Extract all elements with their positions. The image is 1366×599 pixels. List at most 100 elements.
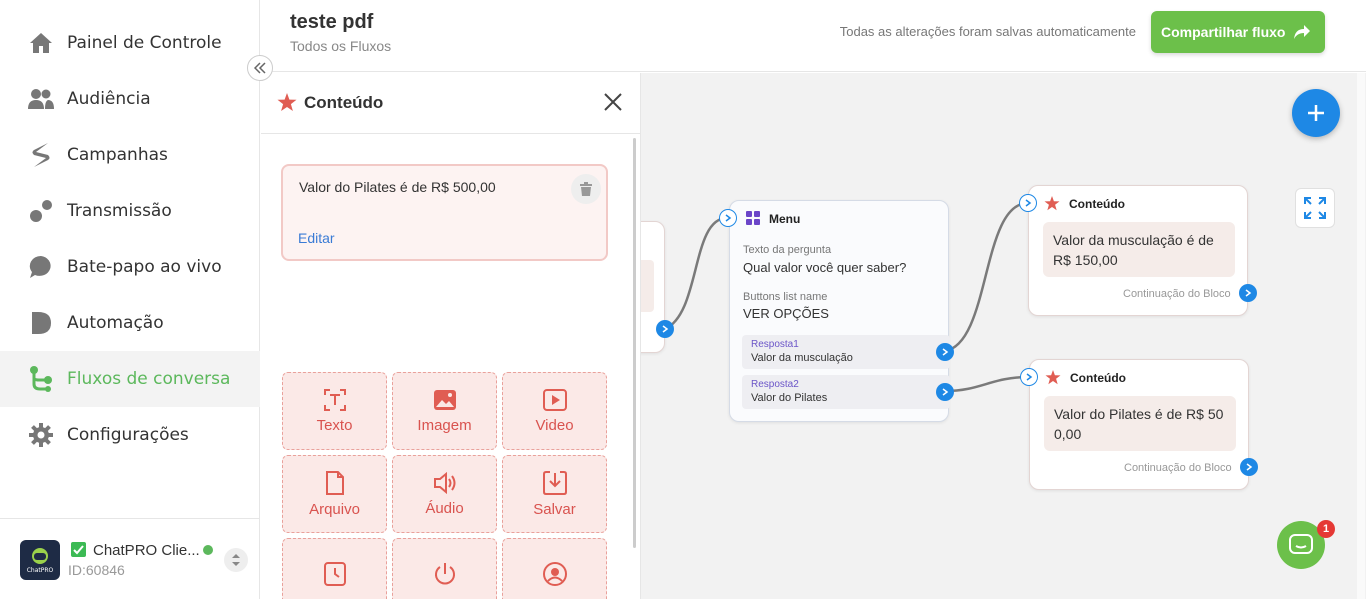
question-label: Texto da pergunta xyxy=(743,244,832,256)
breadcrumb[interactable]: Todos os Fluxos xyxy=(290,38,391,54)
flow-canvas[interactable]: co Menu Texto da pergunta Qual valor voc… xyxy=(641,73,1366,599)
svg-text:ChatPRO: ChatPRO xyxy=(27,567,54,574)
input-port[interactable] xyxy=(1019,194,1037,212)
share-flow-label: Compartilhar fluxo xyxy=(1161,24,1286,40)
tile-salvar[interactable]: Salvar xyxy=(502,455,607,533)
buttons-label: Buttons list name xyxy=(743,291,828,303)
message-text: Valor do Pilates é de R$ 50 0,00 xyxy=(1044,396,1236,451)
close-icon[interactable] xyxy=(603,92,623,112)
sidebar-item-painel[interactable]: Painel de Controle xyxy=(0,15,260,71)
video-icon xyxy=(542,388,567,411)
contact-icon xyxy=(542,562,567,586)
gear-icon xyxy=(28,422,54,448)
plus-icon xyxy=(1308,105,1324,121)
tile-arquivo[interactable]: Arquivo xyxy=(282,455,387,533)
expand-icon xyxy=(1304,197,1326,219)
sidebar: Painel de Controle Audiência Campanhas T… xyxy=(0,0,260,599)
fullscreen-button[interactable] xyxy=(1295,188,1335,228)
sidebar-item-fluxos[interactable]: Fluxos de conversa xyxy=(0,351,260,407)
content-node[interactable]: Conteúdo Valor da musculação é de R$ 150… xyxy=(1028,185,1248,316)
sidebar-item-transmissao[interactable]: Transmissão xyxy=(0,183,260,239)
sidebar-item-automacao[interactable]: Automação xyxy=(0,295,260,351)
sidebar-item-audiencia[interactable]: Audiência xyxy=(0,71,260,127)
switch-account-icon[interactable] xyxy=(224,548,248,572)
account-switcher[interactable]: ChatPRO ChatPRO Clie... ID:60846 xyxy=(0,518,260,599)
question-text: Qual valor você quer saber? xyxy=(743,260,907,275)
sidebar-item-label: Bate-papo ao vivo xyxy=(67,257,222,277)
message-text: Valor da musculação é de R$ 150,00 xyxy=(1043,222,1235,277)
output-port[interactable] xyxy=(1239,284,1257,302)
node-title: Menu xyxy=(769,212,801,226)
output-port[interactable] xyxy=(936,383,954,401)
output-port[interactable] xyxy=(1240,458,1258,476)
buttons-value: VER OPÇÕES xyxy=(743,306,829,321)
tile-power[interactable] xyxy=(392,538,497,599)
star-icon xyxy=(277,93,297,111)
clock-icon xyxy=(323,562,346,586)
save-status: Todas as alterações foram salvas automat… xyxy=(839,24,1136,39)
node-title: Conteúdo xyxy=(1069,197,1125,211)
avatar: ChatPRO xyxy=(20,540,60,580)
tile-video[interactable]: Video xyxy=(502,372,607,450)
panel-header: Conteúdo xyxy=(261,73,641,134)
sidebar-item-label: Campanhas xyxy=(67,145,168,165)
sidebar-item-label: Painel de Controle xyxy=(67,33,222,53)
response-option[interactable]: Resposta2 Valor do Pilates xyxy=(742,375,950,409)
content-panel: Conteúdo Valor do Pilates é de R$ 500,00… xyxy=(261,73,641,599)
flow-icon xyxy=(28,366,54,392)
online-status-dot xyxy=(203,545,213,555)
input-port[interactable] xyxy=(719,209,737,227)
sidebar-item-campanhas[interactable]: Campanhas xyxy=(0,127,260,183)
canvas-scrollbar[interactable] xyxy=(1357,73,1365,599)
continuation-label: Continuação do Bloco xyxy=(1124,462,1232,474)
sidebar-item-label: Transmissão xyxy=(67,201,172,221)
share-flow-button[interactable]: Compartilhar fluxo xyxy=(1151,11,1325,53)
image-icon xyxy=(433,389,456,410)
tile-audio[interactable]: Áudio xyxy=(392,455,497,533)
node-title: Conteúdo xyxy=(1070,371,1126,385)
share-arrow-icon xyxy=(1294,25,1310,39)
power-icon xyxy=(434,563,455,585)
trash-icon[interactable] xyxy=(571,174,601,204)
tile-imagem[interactable]: Imagem xyxy=(392,372,497,450)
content-card[interactable]: Valor do Pilates é de R$ 500,00 Editar xyxy=(281,164,608,261)
chat-bubble-icon xyxy=(28,254,54,280)
star-icon xyxy=(1044,196,1060,211)
file-icon xyxy=(325,470,344,495)
sidebar-item-configuracoes[interactable]: Configurações xyxy=(0,407,260,463)
content-node[interactable]: Conteúdo Valor do Pilates é de R$ 50 0,0… xyxy=(1029,359,1249,490)
star-icon xyxy=(1045,370,1061,385)
add-node-button[interactable] xyxy=(1292,89,1340,137)
tile-texto[interactable]: Texto xyxy=(282,372,387,450)
output-port[interactable] xyxy=(936,343,954,361)
save-icon xyxy=(542,470,567,495)
home-icon xyxy=(28,30,54,56)
response-option[interactable]: Resposta1 Valor da musculação xyxy=(742,335,950,369)
page-title: teste pdf xyxy=(290,11,374,33)
header: teste pdf Todos os Fluxos Todas as alter… xyxy=(261,0,1366,72)
chat-icon xyxy=(1289,534,1313,554)
broadcast-icon xyxy=(28,198,54,224)
automation-icon xyxy=(28,310,54,336)
menu-node[interactable]: Menu Texto da pergunta Qual valor você q… xyxy=(729,200,950,422)
whatsapp-check-icon xyxy=(71,542,86,557)
grid-icon xyxy=(746,211,760,225)
sidebar-item-label: Automação xyxy=(67,313,164,333)
sidebar-item-bate-papo[interactable]: Bate-papo ao vivo xyxy=(0,239,260,295)
panel-title: Conteúdo xyxy=(304,93,384,112)
sidebar-item-label: Fluxos de conversa xyxy=(67,369,231,389)
sidebar-item-label: Audiência xyxy=(67,89,151,109)
sidebar-item-label: Configurações xyxy=(67,425,189,445)
tile-contact[interactable] xyxy=(502,538,607,599)
notification-badge: 1 xyxy=(1317,520,1335,538)
output-port[interactable] xyxy=(656,320,674,338)
continuation-label: Continuação do Bloco xyxy=(1123,288,1231,300)
tile-delay[interactable] xyxy=(282,538,387,599)
collapse-sidebar-button[interactable] xyxy=(247,55,273,81)
users-icon xyxy=(28,86,54,112)
audio-icon xyxy=(433,471,455,494)
account-name: ChatPRO Clie... xyxy=(93,542,200,559)
edit-link[interactable]: Editar xyxy=(298,230,335,246)
panel-scrollbar[interactable] xyxy=(633,138,636,548)
input-port[interactable] xyxy=(1020,368,1038,386)
